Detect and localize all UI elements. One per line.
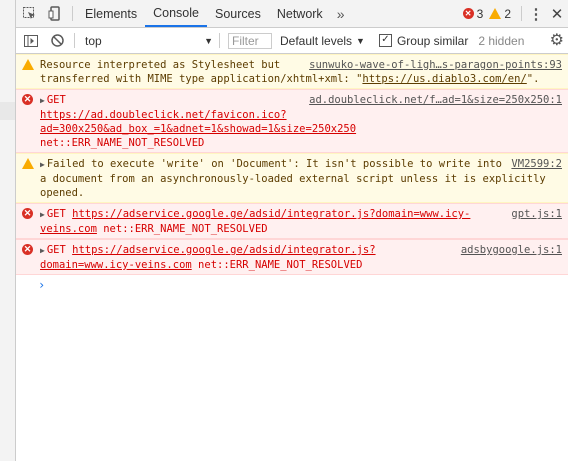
clear-console-icon[interactable]	[46, 30, 68, 52]
warning-icon	[489, 8, 502, 19]
console-output: Resource interpreted as Stylesheet sunwu…	[16, 54, 568, 461]
error-icon: ✕	[22, 208, 33, 219]
log-levels-dropdown[interactable]: Default levels ▼	[280, 34, 365, 48]
toolbar-divider	[219, 33, 220, 48]
expand-triangle-icon[interactable]: ▶	[40, 160, 45, 169]
inspect-element-icon[interactable]	[16, 0, 42, 27]
expand-triangle-icon[interactable]: ▶	[40, 246, 45, 255]
message-text: ".	[526, 73, 540, 85]
request-method: GET	[46, 244, 73, 256]
group-similar-toggle[interactable]: ✓ Group similar	[378, 33, 469, 48]
message-url-link[interactable]: https://ad.doubleclick.net/favicon.ico?a…	[40, 109, 356, 135]
request-method: GET	[46, 208, 73, 220]
error-code: net::ERR_NAME_NOT_RESOLVED	[198, 259, 363, 271]
more-tabs-button[interactable]: »	[331, 0, 351, 27]
context-selector[interactable]: top ▼	[75, 34, 219, 48]
warning-icon	[22, 158, 34, 169]
message-source-link[interactable]: VM2599:2	[511, 157, 562, 171]
error-code: net::ERR_NAME_NOT_RESOLVED	[40, 137, 205, 149]
message-source-link[interactable]: adsbygoogle.js:1	[461, 243, 562, 257]
error-icon: ✕	[462, 8, 474, 19]
message-source-link[interactable]: sunwuko-wave-of-ligh…s-paragon-points:93	[309, 58, 562, 72]
chevron-down-icon: ▼	[356, 35, 365, 46]
group-similar-label: Group similar	[396, 33, 469, 48]
console-sidebar-icon[interactable]	[20, 30, 42, 52]
toolbar-divider	[72, 6, 73, 21]
console-message-warning: VM2599:2 ▶ Failed to execute 'write' on '…	[16, 153, 568, 203]
error-icon: ✕	[22, 94, 33, 105]
devtools-tab-bar: Elements Console Sources Network » ✕ 3 2…	[16, 0, 568, 28]
expand-triangle-icon[interactable]: ▶	[40, 96, 45, 105]
log-levels-label: Default levels	[280, 33, 353, 48]
checkbox-checked-icon[interactable]: ✓	[378, 34, 392, 47]
console-message-error: ✕ ad.doubleclick.net/f…ad=1&size=250x250…	[16, 89, 568, 153]
message-text: Resource interpreted as Stylesheet	[40, 59, 262, 71]
tab-console[interactable]: Console	[145, 0, 207, 27]
console-message-error: ✕ adsbygoogle.js:1 ▶ GET https://adservic…	[16, 239, 568, 275]
console-message-warning: Resource interpreted as Stylesheet sunwu…	[16, 54, 568, 89]
toolbar-divider	[521, 6, 522, 21]
devtools-panel: Elements Console Sources Network » ✕ 3 2…	[16, 0, 568, 461]
context-value: top	[85, 33, 102, 48]
device-toolbar-icon[interactable]	[42, 0, 68, 27]
tab-sources[interactable]: Sources	[207, 0, 269, 27]
message-text: Failed to execute 'write' on 'Document':…	[40, 158, 546, 199]
close-devtools-icon[interactable]: ✕	[546, 5, 568, 23]
warning-counter[interactable]: 2	[489, 7, 511, 21]
tab-network[interactable]: Network	[269, 0, 331, 27]
message-source-link[interactable]: gpt.js:1	[511, 207, 562, 221]
warning-icon	[22, 59, 34, 70]
warning-count: 2	[504, 6, 511, 21]
tab-elements[interactable]: Elements	[77, 0, 145, 27]
console-prompt[interactable]: ›	[16, 275, 568, 294]
hidden-count-label: 2 hidden	[478, 33, 525, 48]
page-scroll-mark	[0, 102, 15, 120]
console-message-error: ✕ gpt.js:1 ▶ GET https://adservice.google…	[16, 203, 568, 239]
request-method: GET	[46, 94, 66, 106]
chevron-down-icon: ▼	[204, 35, 213, 46]
message-url-link[interactable]: https://us.diablo3.com/en/	[362, 73, 526, 85]
filter-input[interactable]: Filter	[228, 32, 272, 49]
settings-gear-icon[interactable]: ⚙	[550, 30, 564, 50]
message-source-link[interactable]: ad.doubleclick.net/f…ad=1&size=250x250:1	[309, 93, 562, 107]
customize-menu-icon[interactable]: ⋮	[526, 5, 546, 23]
expand-triangle-icon[interactable]: ▶	[40, 210, 45, 219]
error-icon: ✕	[22, 244, 33, 255]
error-code: net::ERR_NAME_NOT_RESOLVED	[103, 223, 268, 235]
error-counter[interactable]: ✕ 3	[462, 6, 484, 21]
error-count: 3	[476, 6, 484, 21]
page-left-edge	[0, 0, 16, 461]
console-filter-bar: top ▼ Filter Default levels ▼ ✓ Group si…	[16, 28, 568, 54]
